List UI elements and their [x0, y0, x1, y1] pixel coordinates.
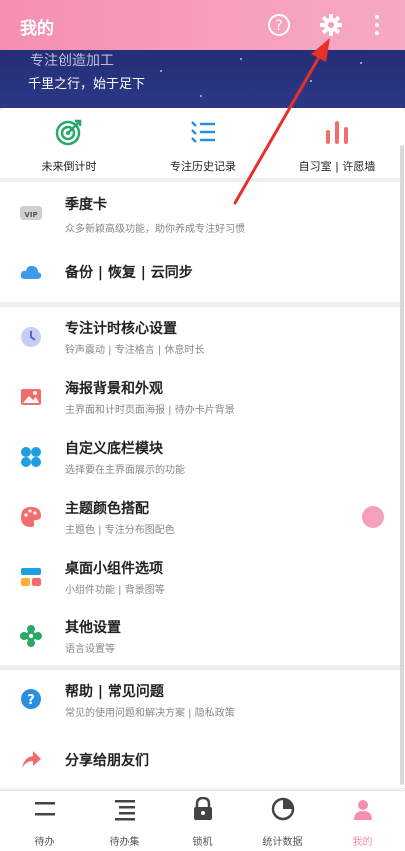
quick-item-countdown[interactable]: 未来倒计时 [4, 118, 134, 174]
vip-icon: VIP [20, 206, 42, 220]
section-help: ? 帮助 | 常见问题 常见的使用问题和解决方案 | 隐私政策 分享给朋友们 [0, 670, 405, 788]
top-bar: 我的 ? [0, 0, 405, 50]
nav-item-profile[interactable]: 我的 [322, 797, 403, 848]
cloud-icon [20, 265, 42, 279]
quick-item-label: 未来倒计时 [41, 160, 97, 173]
widget-icon [21, 568, 41, 586]
todo-icon [34, 802, 55, 816]
item-subtitle: 主界面和计时页面海报 | 待办卡片背景 [65, 405, 235, 416]
help-circle-icon[interactable]: ? [267, 13, 291, 37]
section-membership: VIP 季度卡 众多新颖高级功能，助你养成专注好习惯 备份 | 恢复 | 云同步 [0, 182, 405, 302]
image-icon [21, 389, 41, 405]
list-item-help[interactable]: ? 帮助 | 常见问题 常见的使用问题和解决方案 | 隐私政策 [0, 670, 405, 730]
quick-item-history[interactable]: 专注历史记录 [138, 118, 268, 174]
nav-item-todo-set[interactable]: 待办集 [84, 797, 165, 848]
item-title: 主题颜色搭配 [65, 501, 149, 517]
svg-text:?: ? [27, 693, 35, 708]
nav-label: 统计数据 [262, 837, 303, 848]
nav-label: 锁机 [192, 837, 213, 848]
quick-item-label: 自习室 | 许愿墙 [298, 160, 376, 173]
section-settings: 专注计时核心设置 铃声震动 | 专注格言 | 休息时长 海报背景和外观 主界面和… [0, 307, 405, 665]
page: 专注创造加工 千里之行，始于足下 我的 ? 未来倒计时 专注历史记录 自习室 |… [0, 0, 405, 851]
nav-item-stats[interactable]: 统计数据 [242, 797, 323, 848]
item-subtitle: 铃声震动 | 专注格言 | 休息时长 [65, 345, 205, 356]
bar-chart-icon [326, 121, 348, 144]
help-icon: ? [21, 689, 41, 709]
more-vertical-icon[interactable] [365, 13, 389, 37]
item-title: 其他设置 [65, 620, 121, 636]
list-item-backup[interactable]: 备份 | 恢复 | 云同步 [0, 242, 405, 302]
item-subtitle: 小组件功能 | 背景图等 [65, 585, 165, 596]
nav-item-lock[interactable]: 锁机 [162, 796, 243, 848]
target-icon [55, 119, 82, 146]
item-subtitle: 语言设置等 [65, 644, 115, 655]
svg-text:VIP: VIP [24, 211, 37, 219]
item-title: 自定义底栏模块 [65, 441, 163, 457]
history-list-icon [191, 121, 215, 143]
share-icon [22, 751, 41, 768]
todo-set-icon [114, 800, 135, 821]
motto-top: 专注创造加工 [30, 53, 114, 69]
nav-label: 待办 [34, 837, 55, 848]
item-title: 桌面小组件选项 [65, 561, 163, 577]
item-title: 季度卡 [65, 197, 107, 213]
list-item-poster-background[interactable]: 海报背景和外观 主界面和计时页面海报 | 待办卡片背景 [0, 367, 405, 427]
item-subtitle: 众多新颖高级功能，助你养成专注好习惯 [65, 224, 245, 235]
list-item-other-settings[interactable]: 其他设置 语言设置等 [0, 607, 405, 665]
modules-icon [21, 447, 41, 467]
nav-label: 我的 [352, 837, 373, 848]
quick-actions: 未来倒计时 专注历史记录 自习室 | 许愿墙 [0, 108, 405, 178]
gear-icon[interactable] [319, 13, 343, 37]
lock-icon [193, 796, 212, 820]
page-title: 我的 [20, 19, 54, 39]
item-subtitle: 选择要在主界面展示的功能 [65, 465, 185, 476]
flower-settings-icon [20, 625, 42, 647]
nav-item-todo[interactable]: 待办 [4, 797, 85, 848]
list-item-season-card[interactable]: VIP 季度卡 众多新颖高级功能，助你养成专注好习惯 [0, 182, 405, 242]
item-subtitle: 常见的使用问题和解决方案 | 隐私政策 [65, 708, 235, 719]
list-item-share[interactable]: 分享给朋友们 [0, 730, 405, 788]
item-title: 分享给朋友们 [65, 753, 149, 769]
scrollbar[interactable] [400, 145, 404, 785]
list-item-theme-color[interactable]: 主题颜色搭配 主题色 | 专注分布图配色 [0, 487, 405, 547]
list-item-bottom-bar[interactable]: 自定义底栏模块 选择要在主界面展示的功能 [0, 427, 405, 487]
nav-label: 待办集 [109, 837, 140, 848]
clock-icon [21, 327, 41, 347]
list-item-timer-settings[interactable]: 专注计时核心设置 铃声震动 | 专注格言 | 休息时长 [0, 307, 405, 367]
quick-item-label: 专注历史记录 [170, 160, 236, 173]
bottom-nav: 待办 待办集 锁机 统计数据 我的 [0, 790, 405, 851]
theme-color-swatch[interactable] [362, 506, 384, 528]
item-subtitle: 主题色 | 专注分布图配色 [65, 525, 175, 536]
list-item-widget[interactable]: 桌面小组件选项 小组件功能 | 背景图等 [0, 547, 405, 607]
palette-icon [21, 507, 41, 527]
item-title: 备份 | 恢复 | 云同步 [65, 265, 193, 281]
profile-icon [353, 800, 372, 820]
stats-icon [271, 797, 294, 821]
svg-text:?: ? [275, 18, 282, 34]
motto-text: 千里之行，始于足下 [28, 77, 146, 92]
quick-item-studyroom[interactable]: 自习室 | 许愿墙 [272, 118, 402, 174]
item-title: 帮助 | 常见问题 [65, 684, 164, 700]
item-title: 专注计时核心设置 [65, 321, 177, 337]
item-title: 海报背景和外观 [65, 381, 163, 397]
